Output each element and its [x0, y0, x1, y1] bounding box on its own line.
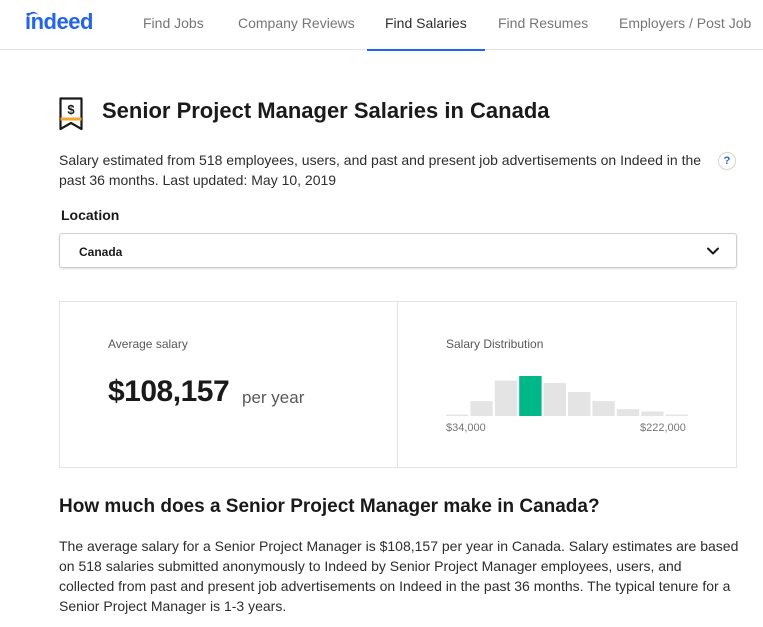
distribution-bar — [494, 380, 518, 416]
section-heading: How much does a Senior Project Manager m… — [59, 496, 600, 517]
salary-distribution-label: Salary Distribution — [446, 337, 544, 351]
distribution-bar — [665, 414, 688, 416]
nav-employers-post-job[interactable]: Employers / Post Job — [619, 0, 751, 50]
section-body: The average salary for a Senior Project … — [59, 538, 739, 614]
page-title: Senior Project Manager Salaries in Canad… — [102, 98, 550, 123]
distribution-bar-highlighted — [519, 376, 542, 416]
svg-text:$: $ — [67, 102, 75, 117]
distribution-bar — [616, 409, 640, 416]
distribution-bar — [543, 382, 566, 416]
distribution-min-label: $34,000 — [446, 422, 486, 434]
distribution-bar — [568, 392, 591, 416]
distribution-bar — [592, 401, 615, 416]
indeed-logo[interactable]: indeed — [25, 9, 93, 35]
nav-find-salaries[interactable]: Find Salaries — [367, 0, 485, 51]
nav-find-jobs[interactable]: Find Jobs — [143, 0, 204, 50]
location-select[interactable]: Canada — [59, 233, 737, 268]
average-salary-label: Average salary — [108, 337, 188, 351]
distribution-bar — [641, 411, 664, 416]
distribution-bar — [470, 401, 493, 416]
chevron-down-icon — [706, 244, 720, 258]
salary-tag-icon: $ — [59, 97, 83, 131]
salary-distribution-chart — [446, 376, 688, 416]
card-divider — [397, 302, 398, 467]
salary-unit: per year — [242, 388, 305, 407]
location-selected-value: Canada — [79, 245, 123, 259]
top-navigation: indeed Find Jobs Company Reviews Find Sa… — [0, 0, 763, 51]
average-salary-value: $108,157 — [108, 375, 230, 408]
distribution-max-label: $222,000 — [640, 422, 686, 434]
location-label: Location — [61, 207, 120, 223]
nav-find-resumes[interactable]: Find Resumes — [498, 0, 588, 50]
distribution-bar — [446, 414, 469, 416]
salary-summary: Salary estimated from 518 employees, use… — [59, 152, 702, 188]
salary-card: Average salary $108,157 per year Salary … — [59, 301, 737, 468]
nav-company-reviews[interactable]: Company Reviews — [238, 0, 355, 50]
help-button[interactable]: ? — [718, 152, 736, 170]
